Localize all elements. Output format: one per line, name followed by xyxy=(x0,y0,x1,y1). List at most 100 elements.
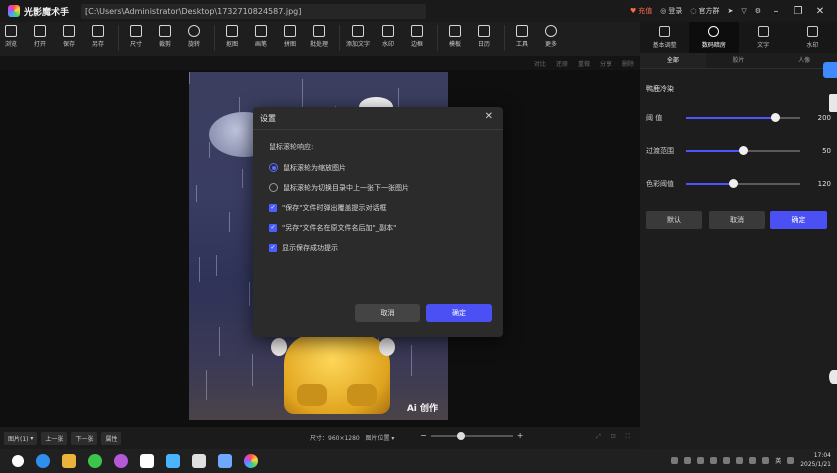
cloud-app-icon[interactable] xyxy=(166,454,180,468)
fit-screen-icon[interactable]: ⤢ xyxy=(596,433,601,441)
cutout-icon xyxy=(226,25,238,37)
param-slider[interactable] xyxy=(686,113,800,122)
assistant-button[interactable]: ◌ 官方群 xyxy=(690,6,719,16)
tray-icon[interactable] xyxy=(697,456,705,464)
panel-tab-adjust[interactable]: 基本调整 xyxy=(640,22,689,53)
login-button[interactable]: ◎ 登录 xyxy=(660,6,682,16)
wechat-icon[interactable] xyxy=(88,454,102,468)
zoom-in-icon[interactable]: + xyxy=(517,431,524,440)
properties-button[interactable]: 属性 xyxy=(101,431,122,445)
photo-app-icon[interactable] xyxy=(244,454,258,468)
param-slider[interactable] xyxy=(686,146,800,155)
app-icon[interactable] xyxy=(114,454,128,468)
store-icon[interactable] xyxy=(140,454,154,468)
toolbar-save-as-button[interactable]: 另存 xyxy=(87,25,109,48)
radio-icon[interactable] xyxy=(269,183,278,192)
toolbar-frame-button[interactable]: 边框 xyxy=(406,25,428,48)
app-icon[interactable] xyxy=(192,454,206,468)
toolbar-crop-button[interactable]: 裁剪 xyxy=(154,25,176,48)
radio-wheel-navigate[interactable]: 鼠标滚轮为切换目录中上一张下一张图片 xyxy=(269,182,497,193)
toolbar-resize-button[interactable]: 尺寸 xyxy=(125,25,147,48)
toolbar-watermark-button[interactable]: 水印 xyxy=(377,25,399,48)
tray-icon[interactable] xyxy=(710,456,718,464)
checkbox-save-success[interactable]: ✓ 显示保存成功提示 xyxy=(269,242,497,253)
tray-icon[interactable] xyxy=(736,456,744,464)
expand-panel-icon[interactable] xyxy=(829,370,837,384)
vip-button[interactable]: ♥ 充值 xyxy=(630,6,652,16)
toolbar-text-button[interactable]: 添加文字 xyxy=(346,25,370,48)
zoom-slider-knob[interactable] xyxy=(456,431,465,440)
checkbox-checked-icon[interactable]: ✓ xyxy=(269,243,277,252)
volume-icon[interactable] xyxy=(762,456,770,464)
toolbar-browse-button[interactable]: 浏览 xyxy=(0,25,22,48)
subbar-action[interactable]: 对比 xyxy=(534,59,546,68)
side-collapse-icon[interactable] xyxy=(829,94,837,112)
toolbar-calendar-button[interactable]: 日历 xyxy=(473,25,495,48)
checkbox-overwrite-prompt[interactable]: ✓ "保存"文件时弹出覆盖提示对话框 xyxy=(269,202,497,213)
checkbox-copy-suffix[interactable]: ✓ "另存"文件名在原文件名后加"_副本" xyxy=(269,222,497,233)
maximize-icon[interactable]: ❐ xyxy=(791,6,805,17)
fullscreen-icon[interactable]: ⛶ xyxy=(626,433,630,441)
keyboard-icon[interactable] xyxy=(787,456,795,464)
dialog-cancel-button[interactable]: 取消 xyxy=(355,304,420,322)
slider-knob[interactable] xyxy=(728,179,738,188)
browse-button[interactable]: 图片(1) ▾ xyxy=(4,431,38,445)
image-position-dropdown[interactable]: 图片位置 ▾ xyxy=(365,435,394,442)
checkbox-checked-icon[interactable]: ✓ xyxy=(269,203,277,212)
toolbar-template-button[interactable]: 模板 xyxy=(444,25,466,48)
subbar-action[interactable]: 还原 xyxy=(556,59,568,68)
minimize-icon[interactable]: – xyxy=(769,6,783,17)
zoom-out-icon[interactable]: − xyxy=(420,431,427,440)
slider-knob[interactable] xyxy=(770,113,780,122)
search-icon[interactable] xyxy=(12,455,24,467)
filter-subtab[interactable]: 胶片 xyxy=(706,53,772,68)
toolbar-open-button[interactable]: 打开 xyxy=(29,25,51,48)
tray-icon[interactable] xyxy=(671,456,679,464)
brush-icon xyxy=(255,25,267,37)
toolbar-rotate-button[interactable]: 旋转 xyxy=(183,25,205,48)
radio-selected-icon[interactable] xyxy=(269,163,278,172)
wifi-icon[interactable] xyxy=(749,456,757,464)
zoom-slider[interactable] xyxy=(430,431,513,440)
tray-icon[interactable] xyxy=(723,456,731,464)
subbar-action[interactable]: 删除 xyxy=(622,59,634,68)
toolbar-save-button[interactable]: 保存 xyxy=(58,25,80,48)
param-slider[interactable] xyxy=(686,179,800,188)
image-canvas[interactable]: Ai 创作 设置 ✕ 鼠标滚轮响应: 鼠标滚轮为缩放图片 鼠标滚轮为切换目录中上… xyxy=(0,70,640,427)
dialog-ok-button[interactable]: 确定 xyxy=(426,304,492,322)
toolbar-more-button[interactable]: 更多 xyxy=(540,25,562,48)
toolbar-cutout-button[interactable]: 抠图 xyxy=(221,25,243,48)
skin-icon[interactable]: ▽ xyxy=(741,7,746,15)
panel-ok-button[interactable]: 确定 xyxy=(770,211,827,229)
default-button[interactable]: 默认 xyxy=(646,211,702,229)
tray-icon[interactable] xyxy=(684,456,692,464)
checkbox-checked-icon[interactable]: ✓ xyxy=(269,223,277,232)
edge-browser-icon[interactable] xyxy=(36,454,50,468)
panel-tab-text[interactable]: 文字 xyxy=(739,22,788,53)
toolbar-batch-button[interactable]: 批处理 xyxy=(308,25,330,48)
panel-cancel-button[interactable]: 取消 xyxy=(709,211,765,229)
toolbar-brush-button[interactable]: 画笔 xyxy=(250,25,272,48)
radio-wheel-zoom[interactable]: 鼠标滚轮为缩放图片 xyxy=(269,162,497,173)
toolbar-collage-button[interactable]: 拼图 xyxy=(279,25,301,48)
ime-indicator[interactable]: 英 xyxy=(775,456,781,465)
panel-tab-watermark[interactable]: 水印 xyxy=(788,22,837,53)
settings-icon[interactable]: ⚙ xyxy=(755,7,761,15)
rain-streak xyxy=(242,169,243,188)
subbar-action[interactable]: 分享 xyxy=(600,59,612,68)
dialog-close-icon[interactable]: ✕ xyxy=(485,111,493,122)
share-icon[interactable]: ➤ xyxy=(727,7,733,15)
toolbar-tools-button[interactable]: 工具 xyxy=(511,25,533,48)
panel-tab-darkroom[interactable]: 数码暗房 xyxy=(689,22,739,53)
close-icon[interactable]: ✕ xyxy=(813,6,827,17)
slider-knob[interactable] xyxy=(739,146,748,155)
subbar-action[interactable]: 重做 xyxy=(578,59,590,68)
filter-subtab[interactable]: 全部 xyxy=(640,53,706,68)
app-icon[interactable] xyxy=(218,454,232,468)
file-explorer-icon[interactable] xyxy=(62,454,76,468)
actual-size-icon[interactable]: ⊡ xyxy=(611,433,616,441)
prev-button[interactable]: 上一张 xyxy=(41,431,68,445)
float-helper-icon[interactable] xyxy=(823,62,837,78)
next-button[interactable]: 下一张 xyxy=(71,431,98,445)
clock[interactable]: 17:04 2025/1/21 xyxy=(800,451,831,469)
